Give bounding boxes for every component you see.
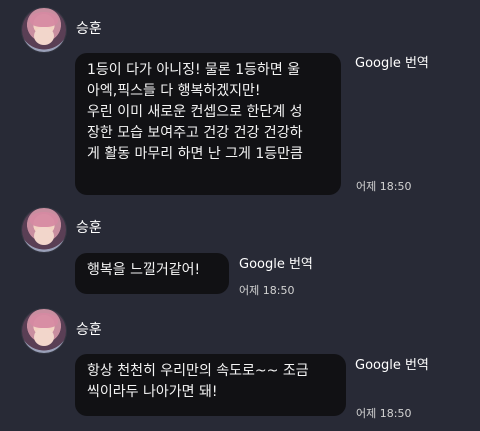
google-translate-link[interactable]: Google 번역 <box>239 257 313 273</box>
sender-name: 승훈 <box>76 220 102 236</box>
message-line: 씩이라두 나아가면 돼! <box>87 384 218 400</box>
message-timestamp: 어제 18:50 <box>356 407 412 420</box>
message-timestamp: 어제 18:50 <box>239 284 295 297</box>
sender-avatar[interactable] <box>22 208 66 252</box>
message-line: 게 활동 마무리 하면 난 그게 1등만큼 <box>87 146 303 162</box>
message-bubble: 1등이 다가 아니징! 물론 1등하면 울 아엑,픽스들 다 행복하겠지만! 우… <box>75 53 341 195</box>
message-line: 우린 이미 새로운 컨셉으로 한단계 성 <box>87 104 303 120</box>
sender-avatar[interactable] <box>22 8 66 52</box>
google-translate-link[interactable]: Google 번역 <box>355 358 429 374</box>
sender-avatar[interactable] <box>22 309 66 353</box>
message-bubble: 항상 천천히 우리만의 속도로~~ 조금 씩이라두 나아가면 돼! <box>75 354 346 416</box>
sender-name: 승훈 <box>76 21 102 37</box>
message-line: 장한 모습 보여주고 건강 건강 건강하 <box>87 125 303 141</box>
message-bubble: 행복을 느낄거같어! <box>75 253 229 294</box>
google-translate-link[interactable]: Google 번역 <box>355 56 429 72</box>
message-line: 아엑,픽스들 다 행복하겠지만! <box>87 83 261 99</box>
sender-name: 승훈 <box>76 322 102 338</box>
message-line: 항상 천천히 우리만의 속도로~~ 조금 <box>87 363 309 379</box>
message-line: 1등이 다가 아니징! 물론 1등하면 울 <box>87 62 301 78</box>
message-line: 행복을 느낄거같어! <box>87 262 201 278</box>
message-timestamp: 어제 18:50 <box>356 180 412 193</box>
